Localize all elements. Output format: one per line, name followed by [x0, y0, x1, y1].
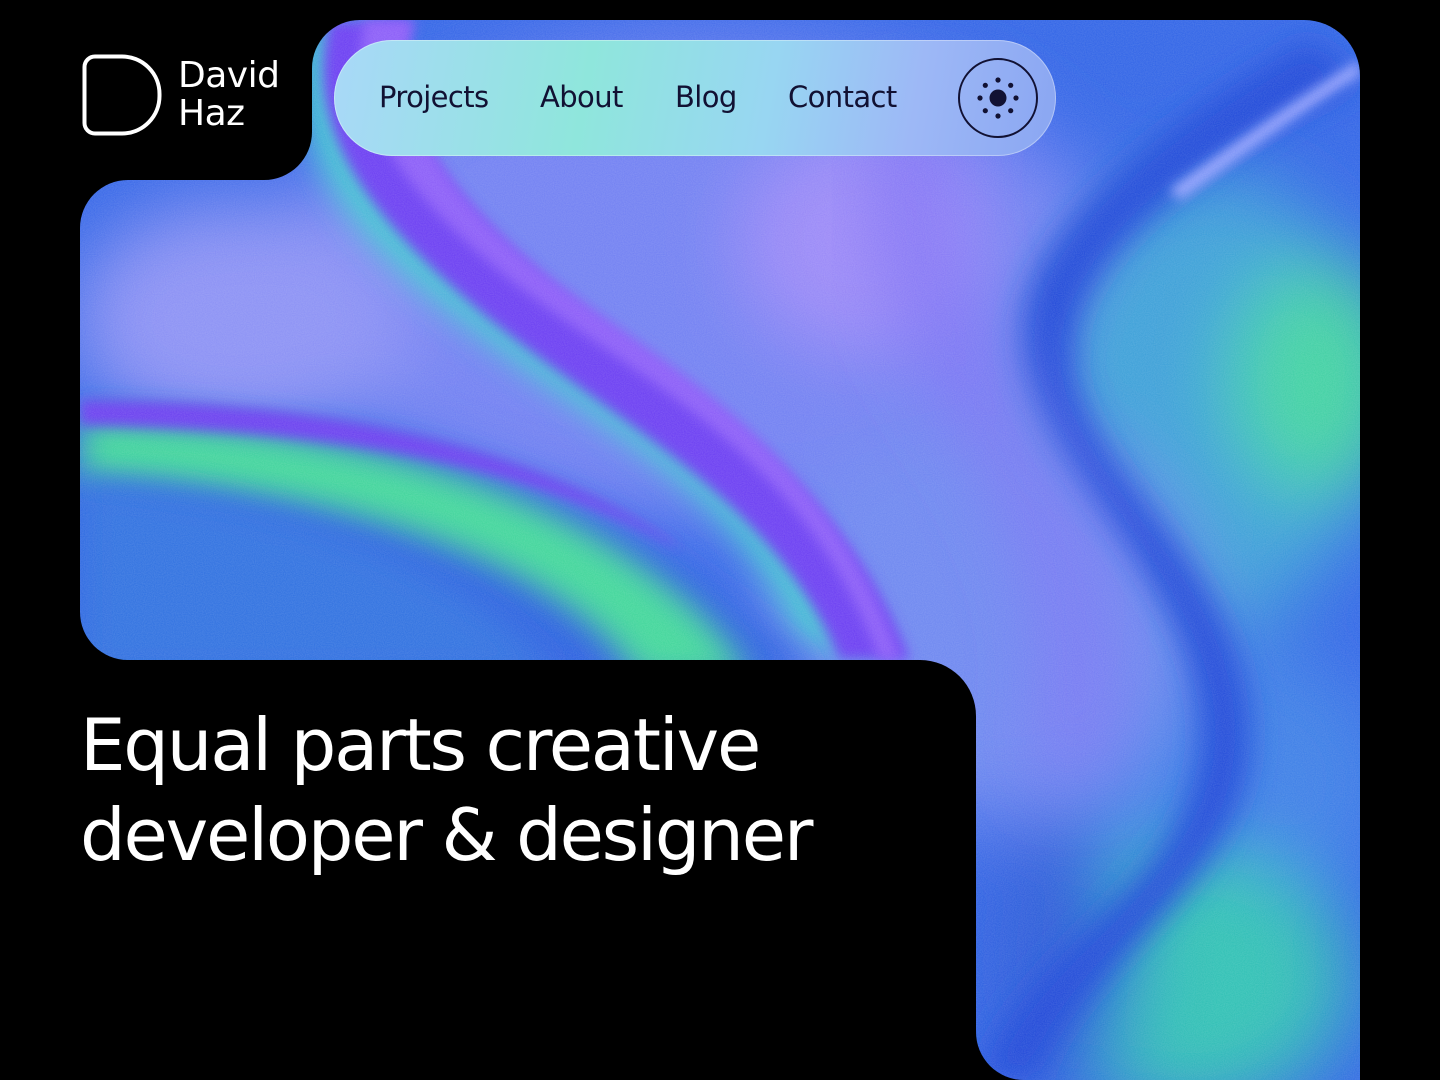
- hero-headline: Equal parts creative developer & designe…: [80, 700, 960, 880]
- hero-headline-line-1: Equal parts creative: [80, 703, 761, 787]
- corner-fillet: [976, 1032, 1024, 1080]
- brand-first-name: David: [178, 55, 280, 96]
- sun-icon: [977, 77, 1019, 119]
- nav-link-about[interactable]: About: [540, 78, 623, 116]
- hero-headline-line-2: developer & designer: [80, 793, 813, 877]
- nav-link-projects[interactable]: Projects: [379, 78, 489, 116]
- rounded-d-logo-icon: [82, 54, 162, 136]
- nav-link-blog[interactable]: Blog: [675, 78, 737, 116]
- theme-toggle-button[interactable]: [958, 58, 1038, 138]
- brand-name: David Haz: [178, 55, 280, 134]
- corner-fillet: [80, 180, 128, 228]
- corner-fillet: [80, 612, 128, 660]
- portfolio-page: David Haz Projects About Blog Contact Eq…: [0, 0, 1440, 1080]
- main-nav: Projects About Blog Contact: [334, 40, 1056, 156]
- brand-last-name: Haz: [178, 93, 245, 134]
- home-logo-link[interactable]: David Haz: [82, 54, 280, 136]
- nav-link-contact[interactable]: Contact: [788, 78, 897, 116]
